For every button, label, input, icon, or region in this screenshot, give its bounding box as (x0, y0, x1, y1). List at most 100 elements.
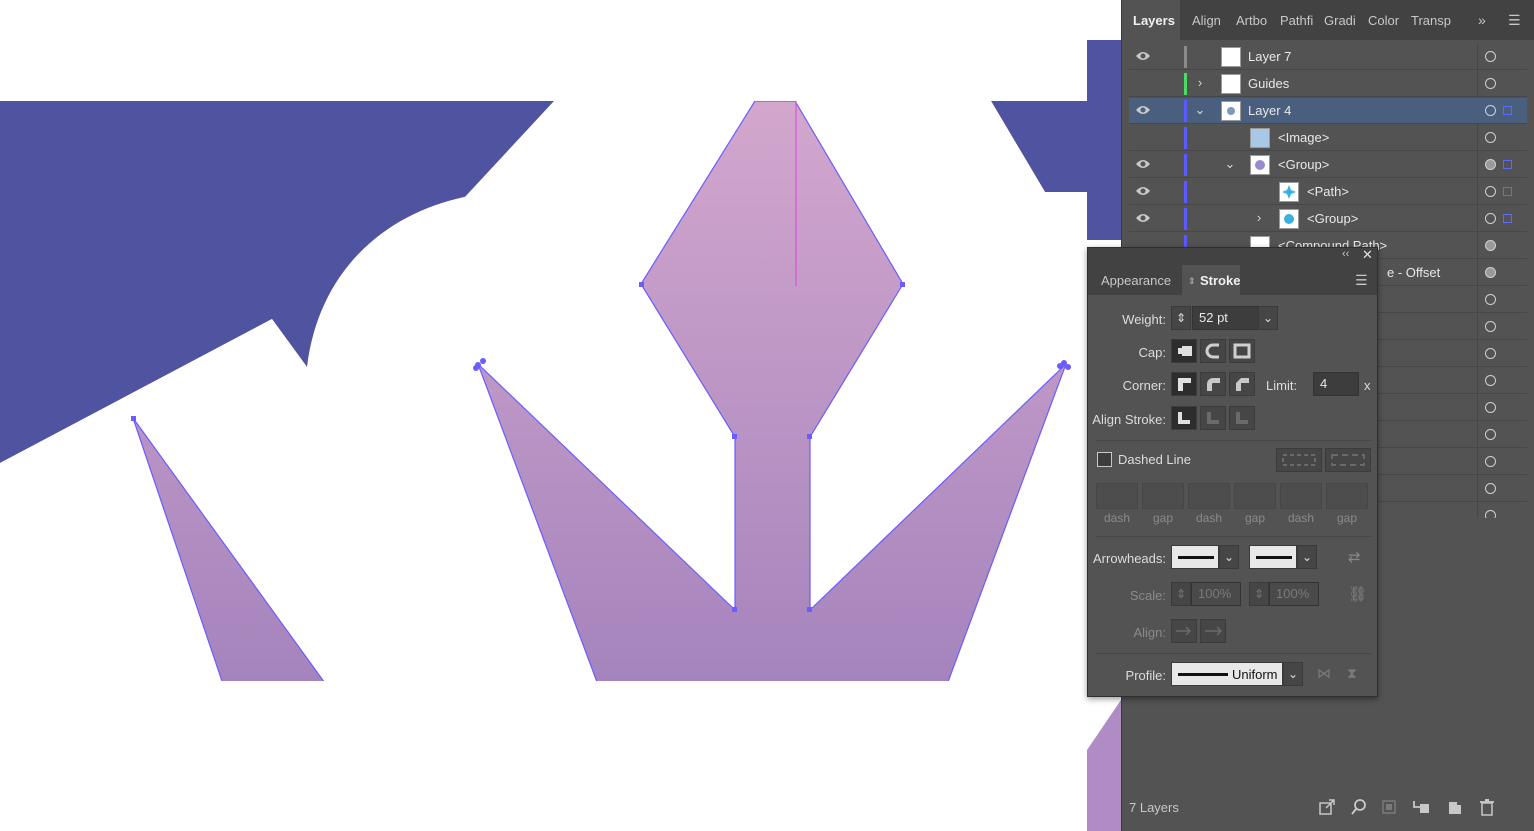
layer-row-layer-7[interactable]: Layer 7 (1129, 44, 1527, 70)
layer-name[interactable]: Layer 4 (1248, 103, 1291, 118)
flip-along-icon[interactable]: ⋈ (1317, 665, 1331, 682)
selection-indicator[interactable] (1503, 214, 1512, 223)
trash-icon[interactable] (1478, 798, 1496, 816)
layer-name[interactable]: e - Offset (1387, 265, 1440, 280)
dashed-line-checkbox[interactable] (1097, 452, 1112, 467)
scale-end-stepper[interactable]: ⇕ (1249, 582, 1269, 606)
tab-transparency[interactable]: Transp (1411, 0, 1461, 40)
panel-menu-icon[interactable]: ☰ (1508, 12, 1521, 29)
target-circle-icon[interactable] (1485, 159, 1496, 170)
tab-pathfinder[interactable]: Pathfi (1280, 0, 1320, 40)
new-layer-icon[interactable] (1446, 798, 1464, 816)
butt-cap-button[interactable] (1171, 339, 1197, 363)
profile-dropdown[interactable]: ⌄ (1283, 662, 1303, 686)
selection-indicator[interactable] (1503, 160, 1512, 169)
end-arrowhead-dropdown[interactable]: ⌄ (1297, 545, 1317, 569)
tab-color[interactable]: Color (1368, 0, 1406, 40)
chevron-right-icon[interactable]: › (1194, 75, 1206, 91)
eye-icon[interactable] (1135, 104, 1151, 116)
target-circle-icon[interactable] (1485, 213, 1496, 224)
target-circle-icon[interactable] (1485, 321, 1496, 332)
round-join-button[interactable] (1200, 372, 1226, 396)
target-circle-icon[interactable] (1485, 267, 1496, 278)
layer-row-image[interactable]: <Image> (1129, 125, 1527, 151)
eye-icon[interactable] (1135, 185, 1151, 197)
layer-row-path[interactable]: <Path> (1129, 179, 1527, 205)
target-circle-icon[interactable] (1485, 51, 1496, 62)
dash-field-1[interactable] (1096, 483, 1138, 509)
search-icon[interactable] (1350, 798, 1368, 816)
eye-icon[interactable] (1135, 212, 1151, 224)
target-circle-icon[interactable] (1485, 294, 1496, 305)
target-circle-icon[interactable] (1485, 105, 1496, 116)
dash-field-3[interactable] (1280, 483, 1322, 509)
layer-name[interactable]: <Image> (1278, 130, 1329, 145)
layer-name[interactable]: Guides (1248, 76, 1289, 91)
gap-field-1[interactable] (1142, 483, 1184, 509)
close-icon[interactable]: ✕ (1362, 247, 1373, 263)
target-circle-icon[interactable] (1485, 510, 1496, 518)
panel-menu-icon[interactable]: ☰ (1355, 272, 1368, 289)
tab-gradient[interactable]: Gradi (1324, 0, 1362, 40)
scale-start-stepper[interactable]: ⇕ (1171, 582, 1191, 606)
selection-indicator[interactable] (1503, 187, 1512, 196)
miter-join-button[interactable] (1171, 372, 1197, 396)
chevron-down-icon[interactable]: ⌄ (1194, 102, 1206, 118)
swap-arrowheads-icon[interactable]: ⇄ (1348, 548, 1361, 566)
bevel-join-button[interactable] (1229, 372, 1255, 396)
target-circle-icon[interactable] (1485, 456, 1496, 467)
target-circle-icon[interactable] (1485, 375, 1496, 386)
tab-stroke[interactable]: ⇕ Stroke (1182, 265, 1240, 295)
clipping-mask-icon[interactable] (1380, 798, 1398, 816)
collect-export-icon[interactable] (1318, 798, 1336, 816)
target-circle-icon[interactable] (1485, 132, 1496, 143)
scale-start-input[interactable]: 100% (1191, 582, 1241, 606)
arrow-tip-at-end-button[interactable] (1200, 619, 1226, 643)
align-center-button[interactable] (1171, 406, 1197, 430)
scale-end-input[interactable]: 100% (1269, 582, 1319, 606)
align-inside-button[interactable] (1200, 406, 1226, 430)
round-cap-button[interactable] (1200, 339, 1226, 363)
new-sublayer-icon[interactable] (1412, 798, 1430, 816)
tab-appearance[interactable]: Appearance (1088, 265, 1181, 295)
link-scale-icon[interactable]: ⛓ (1348, 585, 1367, 603)
layer-name[interactable]: <Path> (1307, 184, 1349, 199)
artboard-canvas[interactable] (0, 0, 1087, 831)
eye-icon[interactable] (1135, 158, 1151, 170)
tab-artboards[interactable]: Artbo (1236, 0, 1276, 40)
target-circle-icon[interactable] (1485, 186, 1496, 197)
weight-input[interactable]: 52 pt (1192, 306, 1262, 330)
tab-layers[interactable]: Layers (1122, 0, 1180, 40)
target-circle-icon[interactable] (1485, 429, 1496, 440)
projecting-cap-button[interactable] (1229, 339, 1255, 363)
end-arrowhead-select[interactable] (1249, 545, 1297, 569)
weight-dropdown[interactable]: ⌄ (1258, 306, 1278, 330)
layer-name[interactable]: <Group> (1307, 211, 1358, 226)
artwork-svg[interactable] (0, 0, 1087, 831)
preserve-dash-button[interactable] (1276, 448, 1322, 472)
target-circle-icon[interactable] (1485, 240, 1496, 251)
target-circle-icon[interactable] (1485, 402, 1496, 413)
profile-select[interactable]: Uniform (1171, 662, 1283, 686)
weight-stepper[interactable]: ⇕ (1171, 306, 1191, 330)
start-arrowhead-select[interactable] (1171, 545, 1219, 569)
selection-indicator[interactable] (1503, 106, 1512, 115)
layer-row-layer-4[interactable]: ⌄ Layer 4 (1129, 98, 1527, 124)
target-circle-icon[interactable] (1485, 78, 1496, 89)
limit-input[interactable]: 4 (1313, 372, 1359, 396)
dash-field-2[interactable] (1188, 483, 1230, 509)
arrow-tip-beyond-button[interactable] (1171, 619, 1197, 643)
target-circle-icon[interactable] (1485, 483, 1496, 494)
layer-row-subgroup[interactable]: › <Group> (1129, 206, 1527, 232)
stroke-panel-titlebar[interactable]: ‹‹ ✕ (1088, 247, 1377, 265)
tab-align[interactable]: Align (1192, 0, 1232, 40)
target-circle-icon[interactable] (1485, 348, 1496, 359)
layer-name[interactable]: Layer 7 (1248, 49, 1291, 64)
align-dash-corners-button[interactable] (1325, 448, 1371, 472)
gap-field-2[interactable] (1234, 483, 1276, 509)
layer-row-group[interactable]: ⌄ <Group> (1129, 152, 1527, 178)
eye-icon[interactable] (1135, 50, 1151, 62)
chevron-down-icon[interactable]: ⌄ (1224, 156, 1236, 172)
more-tabs-icon[interactable]: » (1478, 12, 1486, 28)
gap-field-3[interactable] (1326, 483, 1368, 509)
